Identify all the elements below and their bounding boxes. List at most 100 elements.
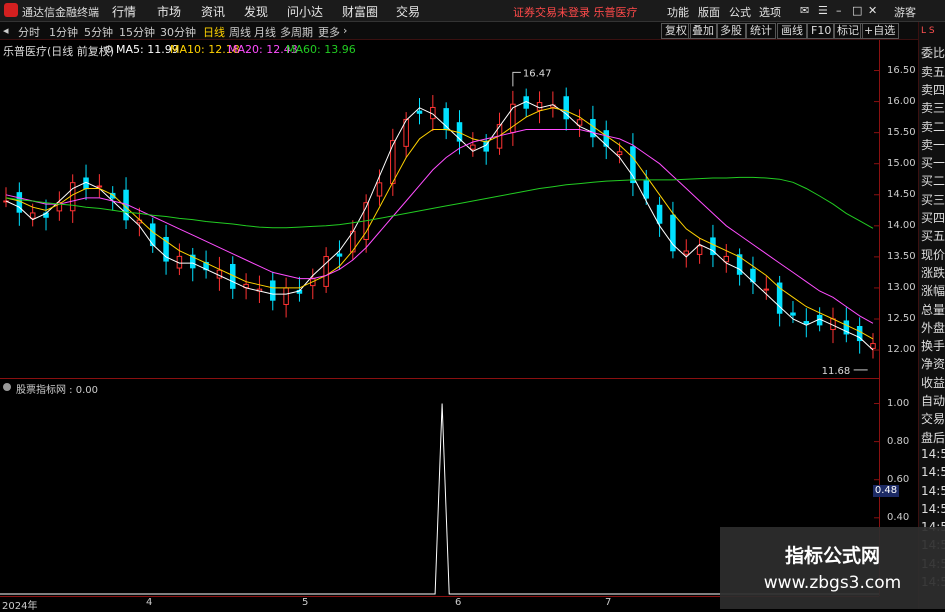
menu-layout[interactable]: 版面 <box>698 4 720 20</box>
menu-market[interactable]: 市场 <box>157 3 181 20</box>
side-panel-item[interactable]: 盘后 <box>921 429 945 446</box>
side-panel-item[interactable]: L S <box>921 26 945 36</box>
more-chevron-icon[interactable]: › <box>343 24 347 37</box>
tab-monthly[interactable]: 月线 <box>254 24 276 40</box>
side-panel-item[interactable]: 自动 <box>921 392 945 409</box>
ind-tick-label: 0.80 <box>887 435 910 447</box>
side-panel-item[interactable]: 换手 <box>921 337 945 354</box>
side-panel-item[interactable]: 买一 <box>921 154 945 171</box>
side-panel-item[interactable]: 卖三 <box>921 99 945 116</box>
ind-tick-label: 0.60 <box>887 473 910 485</box>
candle-body <box>790 312 796 316</box>
mark-button[interactable]: 标记 <box>833 23 863 39</box>
top-menu-bar: 通达信金融终端 行情 市场 资讯 发现 问小达 财富圈 交易 证券交易未登录 乐… <box>0 0 945 22</box>
site-watermark: 指标公式网 www.zbgs3.com <box>720 527 945 609</box>
side-panel-item[interactable]: 涨幅 <box>921 282 945 299</box>
menu-options[interactable]: 选项 <box>759 4 781 20</box>
candle-body <box>416 110 423 114</box>
side-panel-item[interactable]: 卖一 <box>921 136 945 153</box>
watermark-title: 指标公式网 <box>784 545 880 567</box>
y-tick-label: 16.00 <box>887 95 916 107</box>
candle-body <box>870 343 876 349</box>
ma5-line <box>5 101 874 351</box>
tab-weekly[interactable]: 周线 <box>229 24 251 40</box>
side-panel-item[interactable]: 卖四 <box>921 81 945 98</box>
overlay-button[interactable]: 叠加 <box>688 23 718 39</box>
candle-body <box>656 204 663 224</box>
period-tab-bar: ◂ 分时 1分钟 5分钟 15分钟 30分钟 日线 周线 月线 多周期 更多 ›… <box>0 22 918 40</box>
menu-discover[interactable]: 发现 <box>244 3 268 20</box>
menu-news[interactable]: 资讯 <box>201 3 225 20</box>
tab-minute[interactable]: 分时 <box>18 24 40 40</box>
y-tick-label: 15.50 <box>887 126 916 138</box>
user-guest[interactable]: 游客 <box>894 4 916 20</box>
trade-login-status[interactable]: 证券交易未登录 乐普医疗 <box>513 4 638 20</box>
tab-5min[interactable]: 5分钟 <box>84 24 113 40</box>
candle-body <box>763 288 770 291</box>
menu-ask[interactable]: 问小达 <box>287 3 323 20</box>
side-panel-item[interactable]: 买四 <box>921 209 945 226</box>
side-panel-item[interactable]: 委比 <box>921 44 945 61</box>
side-panel-item[interactable]: 交易 <box>921 410 945 427</box>
indicator-current-value: 0.48 <box>873 485 899 497</box>
side-panel-item[interactable]: 收益 <box>921 374 945 391</box>
ma20-line <box>5 129 874 324</box>
message-icon[interactable]: ☰ <box>818 4 828 17</box>
menu-formula[interactable]: 公式 <box>729 4 751 20</box>
indicator-settings-icon[interactable] <box>3 383 11 391</box>
tab-15min[interactable]: 15分钟 <box>119 24 155 40</box>
side-panel-item[interactable]: 买三 <box>921 191 945 208</box>
candle-body <box>96 185 103 188</box>
side-panel-item[interactable]: 卖二 <box>921 118 945 135</box>
candle-body <box>616 151 623 156</box>
x-tick-label: 5 <box>302 597 309 608</box>
side-panel-item[interactable]: 14:50 <box>921 484 945 498</box>
ma60-line <box>5 176 874 229</box>
candle-body <box>69 182 76 212</box>
low-label: 11.68 <box>822 366 851 377</box>
tab-daily[interactable]: 日线 <box>203 24 225 40</box>
mail-icon[interactable]: ✉ <box>800 4 809 17</box>
side-panel-item[interactable]: 总量 <box>921 301 945 318</box>
candle-body <box>683 250 690 255</box>
watchlist-button[interactable]: +自选 <box>860 23 900 39</box>
menu-wealth-circle[interactable]: 财富圈 <box>342 3 378 20</box>
candlestick-chart[interactable]: 16.47 11.68 <box>0 55 879 378</box>
candle-body <box>630 146 636 184</box>
side-panel-item[interactable]: 买五 <box>921 227 945 244</box>
side-panel-item[interactable]: 买二 <box>921 172 945 189</box>
side-panel-item[interactable]: 外盘 <box>921 319 945 336</box>
candle-body <box>283 287 289 305</box>
minimize-icon[interactable]: – <box>836 4 842 17</box>
statistics-button[interactable]: 统计 <box>746 23 776 39</box>
tab-30min[interactable]: 30分钟 <box>160 24 196 40</box>
side-panel-item[interactable]: 涨跌 <box>921 264 945 281</box>
adjust-button[interactable]: 复权 <box>661 23 691 39</box>
maximize-icon[interactable]: □ <box>852 4 862 17</box>
tab-more[interactable]: 更多 <box>318 24 340 40</box>
ind-tick-label: 0.40 <box>887 511 910 523</box>
menu-function[interactable]: 功能 <box>667 4 689 20</box>
side-panel-item[interactable]: 现价 <box>921 246 945 263</box>
side-panel-item[interactable]: 卖五 <box>921 63 945 80</box>
prev-arrow-icon[interactable]: ◂ <box>3 24 9 37</box>
side-panel-item[interactable]: 14:50 <box>921 447 945 461</box>
f10-button[interactable]: F10 <box>807 23 836 39</box>
close-icon[interactable]: ✕ <box>868 4 877 17</box>
high-label: 16.47 <box>523 68 552 79</box>
ma-info-row: 乐普医疗(日线 前复权) ⚙ MA5: 11.99 MA10: 12.18 MA… <box>0 40 380 58</box>
multi-stock-button[interactable]: 多股 <box>716 23 746 39</box>
side-panel-item[interactable]: 14:50 <box>921 465 945 479</box>
y-tick-label: 13.50 <box>887 250 916 262</box>
tab-1min[interactable]: 1分钟 <box>49 24 78 40</box>
side-panel-item[interactable]: 14:50 <box>921 502 945 516</box>
menu-market-quotes[interactable]: 行情 <box>112 3 136 20</box>
draw-line-button[interactable]: 画线 <box>777 23 807 39</box>
side-panel-item[interactable]: 净资 <box>921 355 945 372</box>
candle-body <box>536 102 543 111</box>
tab-multi-period[interactable]: 多周期 <box>280 24 313 40</box>
candle-body <box>376 182 383 197</box>
candle-body <box>803 321 810 325</box>
y-tick-label: 13.00 <box>887 281 916 293</box>
menu-trade[interactable]: 交易 <box>396 3 420 20</box>
